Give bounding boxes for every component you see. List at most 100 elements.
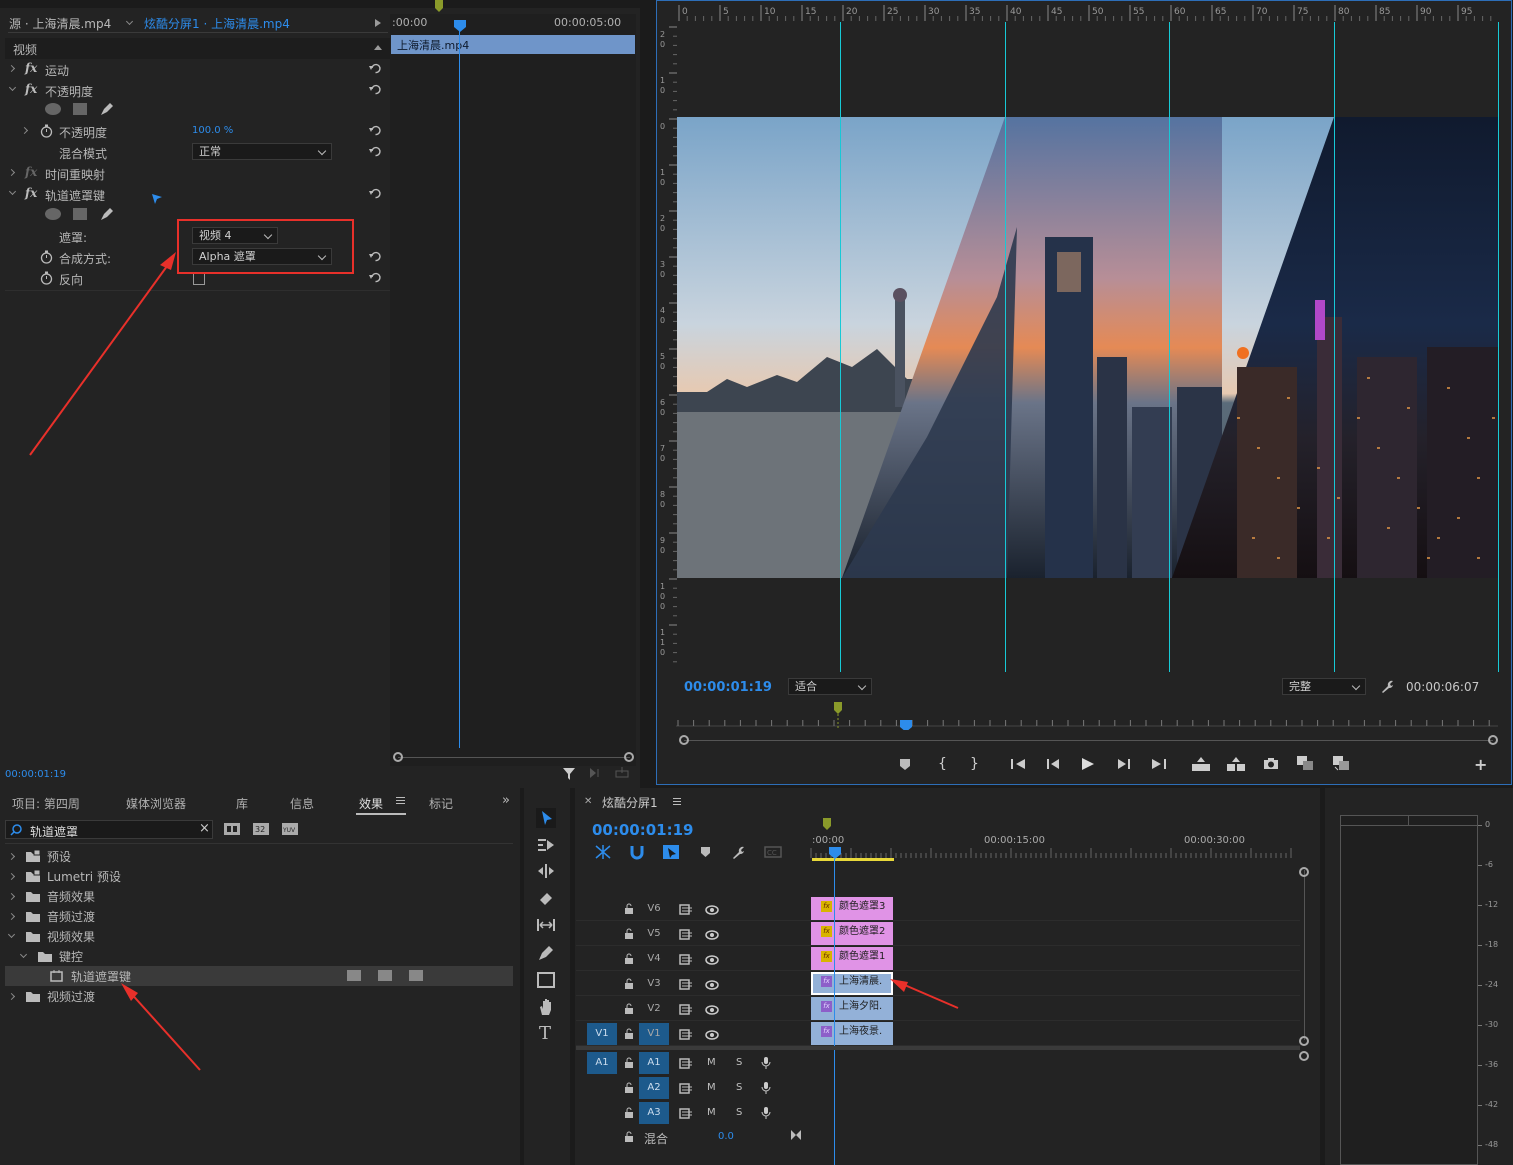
chevron-down-icon[interactable] <box>125 17 134 26</box>
eye-icon[interactable] <box>705 1005 719 1015</box>
opacity-value[interactable]: 100.0 % <box>192 125 233 136</box>
tree-item[interactable]: Lumetri 预设 <box>5 866 513 886</box>
timeline-clip[interactable]: fx 颜色遮罩2 <box>811 922 893 945</box>
32bit-effects-icon[interactable]: 32 <box>252 822 270 836</box>
mix-solo-icon[interactable] <box>790 1129 802 1141</box>
go-to-out-icon[interactable] <box>1150 758 1166 770</box>
pen-mask-icon[interactable] <box>99 206 115 222</box>
lift-icon[interactable] <box>1191 756 1211 772</box>
lock-icon[interactable] <box>624 1107 634 1119</box>
source-patch[interactable]: A1 <box>587 1052 617 1074</box>
razor-tool-icon[interactable] <box>537 890 555 908</box>
scroll-handle[interactable] <box>393 752 403 762</box>
tab-4[interactable]: 效果 <box>359 795 383 812</box>
source-patch[interactable]: V1 <box>587 1023 617 1045</box>
track-name[interactable]: V2 <box>639 998 669 1020</box>
lock-icon[interactable] <box>624 928 634 940</box>
eye-icon[interactable] <box>705 930 719 940</box>
ripple-edit-tool-icon[interactable] <box>537 863 555 879</box>
microphone-icon[interactable] <box>761 1081 771 1095</box>
type-tool-icon[interactable]: T <box>539 1023 551 1044</box>
playhead-icon[interactable] <box>829 847 841 859</box>
extract-icon[interactable] <box>1226 756 1246 772</box>
accelerated-effects-icon[interactable] <box>223 822 241 836</box>
playhead-icon[interactable] <box>900 720 912 730</box>
tree-item[interactable]: 音频过渡 <box>5 906 513 926</box>
tree-item[interactable]: 视频过渡 <box>5 986 513 1006</box>
play-button-icon[interactable] <box>1081 757 1095 771</box>
fx-icon[interactable]: fx <box>25 186 37 200</box>
program-timecode[interactable]: 00:00:01:19 <box>684 680 772 695</box>
scroll-handle[interactable] <box>1299 1051 1309 1061</box>
track-name[interactable]: V4 <box>639 948 669 970</box>
chevron-right-icon[interactable] <box>7 168 16 177</box>
tree-item[interactable]: 视频效果 <box>5 926 513 946</box>
tab-5[interactable]: 标记 <box>429 795 453 812</box>
playhead-icon[interactable] <box>454 20 466 32</box>
wrench-icon[interactable] <box>1380 679 1395 694</box>
collapse-up-icon[interactable] <box>374 44 382 50</box>
linked-selection-icon[interactable] <box>662 844 680 860</box>
chevron-right-icon[interactable] <box>7 64 16 73</box>
eye-icon[interactable] <box>705 1030 719 1040</box>
ellipse-mask-icon[interactable] <box>44 207 62 221</box>
filter-icon[interactable] <box>562 767 576 781</box>
sync-lock-icon[interactable] <box>679 1058 693 1069</box>
track-name[interactable]: A1 <box>639 1052 669 1074</box>
sync-lock-icon[interactable] <box>679 1083 693 1094</box>
stopwatch-icon[interactable] <box>40 124 53 138</box>
track-name[interactable]: V5 <box>639 923 669 945</box>
export-icon[interactable] <box>615 766 629 778</box>
hand-tool-icon[interactable] <box>538 998 554 1016</box>
comparison-view-icon[interactable] <box>1296 755 1314 771</box>
rectangle-mask-icon[interactable] <box>72 102 88 116</box>
mute-button[interactable]: M <box>707 1082 716 1093</box>
tree-item[interactable]: 音频效果 <box>5 886 513 906</box>
rectangle-mask-icon[interactable] <box>72 207 88 221</box>
multicam-icon[interactable] <box>1332 755 1350 771</box>
chevron-right-icon[interactable] <box>7 852 16 861</box>
close-tab-icon[interactable]: ✕ <box>584 796 592 807</box>
sync-lock-icon[interactable] <box>679 1004 693 1015</box>
scroll-handle[interactable] <box>679 735 689 745</box>
tree-item[interactable]: 轨道遮罩键 <box>5 966 513 986</box>
chevron-right-icon[interactable] <box>7 992 16 1001</box>
timeline-clip[interactable]: fx 上海夕阳. <box>811 997 893 1020</box>
track-name[interactable]: A2 <box>639 1077 669 1099</box>
sync-lock-icon[interactable] <box>679 979 693 990</box>
effect-controls-timecode[interactable]: 00:00:01:19 <box>5 769 66 780</box>
lock-icon[interactable] <box>624 1003 634 1015</box>
track-name[interactable]: A3 <box>639 1102 669 1124</box>
mini-scrollbar[interactable] <box>398 757 630 758</box>
more-tabs-icon[interactable]: » <box>502 793 510 808</box>
go-to-in-icon[interactable] <box>1011 758 1027 770</box>
timeline-clip[interactable]: fx 颜色遮罩1 <box>811 947 893 970</box>
add-button-icon[interactable]: + <box>1474 755 1487 774</box>
sync-lock-icon[interactable] <box>679 954 693 965</box>
camera-icon[interactable] <box>1263 757 1279 770</box>
chevron-down-icon[interactable] <box>8 187 17 196</box>
search-field[interactable]: 轨道遮罩 × <box>5 820 213 839</box>
scrubber-ruler[interactable] <box>676 700 1498 730</box>
eye-icon[interactable] <box>705 905 719 915</box>
chevron-right-icon[interactable] <box>7 912 16 921</box>
timeline-clip[interactable]: fx 颜色遮罩3 <box>811 897 893 920</box>
mark-out-icon[interactable]: } <box>970 756 979 772</box>
tab-2[interactable]: 库 <box>236 795 248 812</box>
scroll-handle[interactable] <box>1299 1036 1309 1046</box>
captions-icon[interactable]: CC <box>764 846 782 858</box>
zoom-bar[interactable] <box>684 740 1493 741</box>
mini-clip[interactable]: 上海清晨.mp4 <box>391 35 635 54</box>
blend-mode-dropdown[interactable]: 正常 <box>192 143 332 160</box>
chevron-down-icon[interactable] <box>8 83 17 92</box>
timeline-clip[interactable]: fx 上海清晨. <box>811 972 893 995</box>
clear-search-icon[interactable]: × <box>199 821 210 836</box>
play-audio-icon[interactable] <box>589 767 603 779</box>
eye-icon[interactable] <box>705 980 719 990</box>
stopwatch-icon[interactable] <box>40 271 53 285</box>
yuv-effects-icon[interactable]: YUV <box>281 822 299 836</box>
reset-icon[interactable] <box>369 83 382 96</box>
tab-1[interactable]: 媒体浏览器 <box>126 795 186 812</box>
mute-button[interactable]: M <box>707 1107 716 1118</box>
reset-icon[interactable] <box>369 250 382 263</box>
